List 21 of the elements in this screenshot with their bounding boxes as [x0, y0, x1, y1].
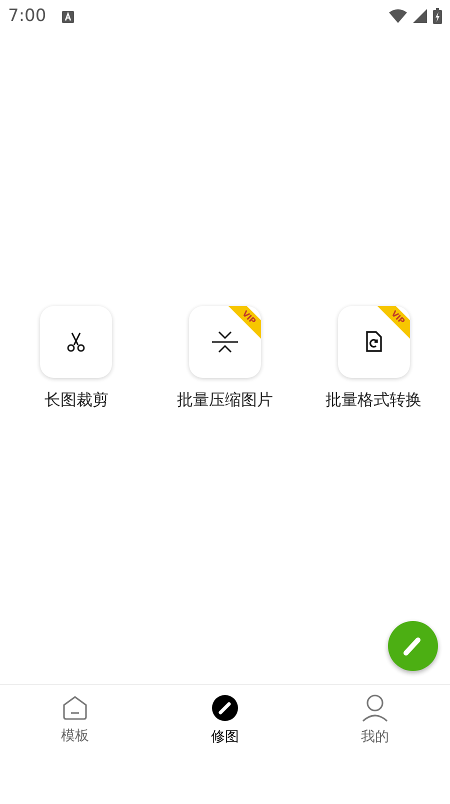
wifi-icon — [389, 9, 407, 23]
edit-icon — [211, 694, 239, 722]
scissors-icon — [65, 330, 88, 352]
home-icon — [62, 695, 88, 721]
nav-tab[interactable]: 模板 — [0, 685, 150, 755]
status-time: 7:00 — [8, 6, 46, 26]
tool-label: 长图裁剪 — [44, 390, 108, 410]
file-sync-icon — [364, 330, 383, 352]
compress-icon — [212, 330, 238, 354]
tool-button[interactable] — [40, 306, 112, 378]
nav-tab[interactable]: 修图 — [150, 685, 300, 755]
tool-button[interactable]: VIP — [338, 306, 410, 378]
nav-tab[interactable]: 我的 — [300, 685, 450, 755]
edit-fab[interactable] — [388, 621, 438, 671]
battery-icon — [433, 8, 442, 24]
tool-button[interactable]: VIP — [188, 306, 261, 378]
tool-label: 批量压缩图片 — [176, 390, 273, 410]
keyboard-notification-icon — [62, 10, 74, 22]
signal-icon — [413, 9, 427, 23]
user-icon — [362, 694, 388, 722]
tool-label: 批量格式转换 — [326, 390, 422, 410]
